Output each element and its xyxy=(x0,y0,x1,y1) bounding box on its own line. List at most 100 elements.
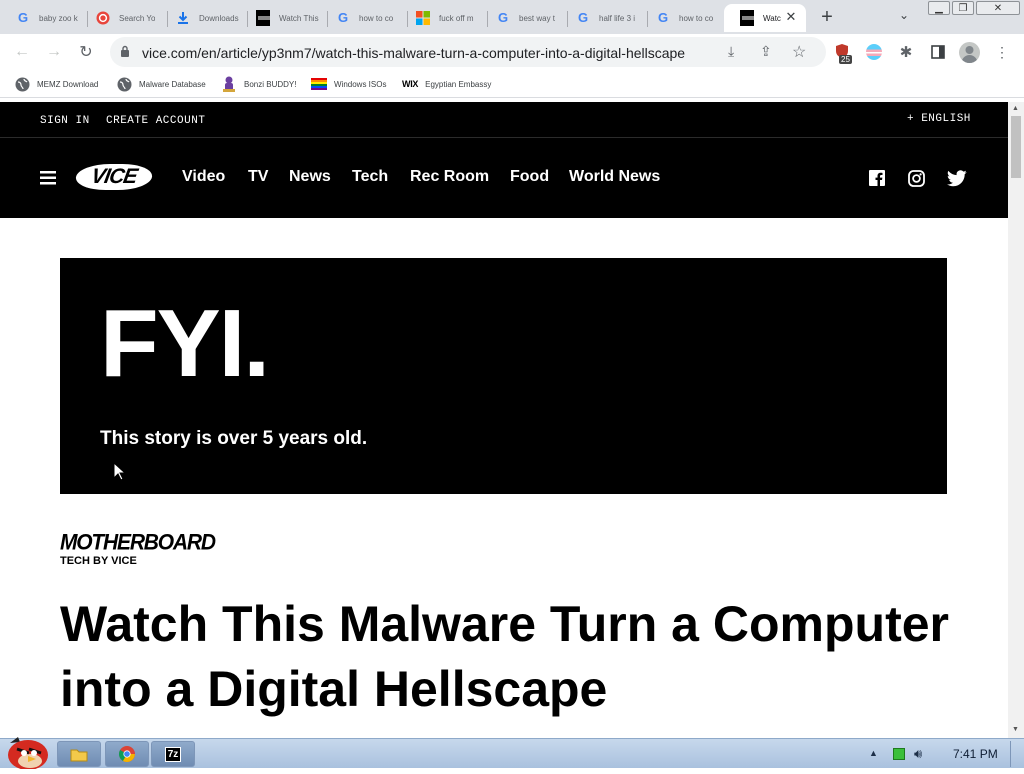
bonzi-icon xyxy=(221,76,237,92)
profile-avatar[interactable] xyxy=(959,42,980,63)
new-tab-button[interactable]: + xyxy=(816,7,838,29)
bookmark-windows-isos[interactable]: Windows ISOs xyxy=(311,76,386,92)
page-scrollbar[interactable]: ▲ ▼ xyxy=(1008,102,1024,738)
tab-8[interactable]: G half life 3 i xyxy=(560,4,648,32)
nav-video[interactable]: Video xyxy=(182,168,225,186)
bookmark-label: Malware Database xyxy=(139,79,206,89)
site-topbar: SIGN IN CREATE ACCOUNT + ENGLISH xyxy=(0,102,1008,138)
tab-6[interactable]: fuck off m xyxy=(400,4,488,32)
globe-icon xyxy=(14,76,30,92)
address-bar[interactable]: vice.com/en/article/yp3nm7/watch-this-ma… xyxy=(110,37,826,67)
bookmark-memz[interactable]: MEMZ Download xyxy=(14,76,98,92)
bookmark-label: Bonzi BUDDY! xyxy=(244,79,297,89)
extension-adblock-icon[interactable]: 25 xyxy=(834,43,856,67)
clock[interactable]: 7:41 PM xyxy=(953,747,998,761)
language-selector[interactable]: + ENGLISH xyxy=(907,113,971,125)
taskbar-7zip[interactable]: 7z xyxy=(151,741,195,767)
article-headline: Watch This Malware Turn a Computer into … xyxy=(60,596,949,717)
tab-title: fuck off m xyxy=(439,13,474,23)
hamburger-menu-icon[interactable] xyxy=(40,171,56,190)
tab-title: how to co xyxy=(679,13,714,23)
bookmark-label: MEMZ Download xyxy=(37,79,99,89)
show-desktop-button[interactable] xyxy=(1010,741,1022,767)
tray-expand-icon[interactable]: ▲ xyxy=(869,748,878,758)
bookmark-bonzi-buddy[interactable]: Bonzi BUDDY! xyxy=(221,76,296,92)
tab-search-chevron-icon[interactable]: ⌄ xyxy=(894,8,914,26)
bookmark-egyptian-embassy[interactable]: WIX Egyptian Embassy xyxy=(402,76,491,92)
wix-icon: WIX xyxy=(402,79,419,89)
bookmark-star-icon[interactable]: ☆ xyxy=(792,42,810,61)
web-page: SIGN IN CREATE ACCOUNT + ENGLISH VICE Vi… xyxy=(0,102,1008,738)
close-tab-icon[interactable]: ✕ xyxy=(783,9,799,25)
install-icon[interactable]: ⤓ xyxy=(728,43,746,61)
nav-world-news[interactable]: World News xyxy=(569,168,660,186)
scroll-up-arrow-icon[interactable]: ▲ xyxy=(1012,105,1019,112)
rainbow-flag-icon xyxy=(311,76,327,92)
scrollbar-thumb[interactable] xyxy=(1011,116,1021,178)
start-button-angry-bird-icon[interactable] xyxy=(4,731,50,770)
download-icon xyxy=(176,11,190,25)
share-icon[interactable]: ⇪ xyxy=(760,43,778,61)
twitter-icon[interactable] xyxy=(947,170,967,192)
site-navbar: VICE Video TV News Tech Rec Room Food Wo… xyxy=(0,138,1008,218)
instagram-icon[interactable] xyxy=(908,170,925,192)
nav-news[interactable]: News xyxy=(289,168,331,186)
vice-logo-text: VICE xyxy=(89,165,139,188)
minimize-button[interactable]: ▁ xyxy=(928,1,950,15)
tab-4[interactable]: Watch This xyxy=(240,4,328,32)
tab-title: Watch This xyxy=(279,13,319,23)
volume-tray-icon[interactable]: 🔊︎ xyxy=(914,746,922,762)
vice-favicon-icon xyxy=(256,10,270,26)
tab-title: how to co xyxy=(359,13,394,23)
tab-title: Search Yo xyxy=(119,13,156,23)
vice-favicon-icon xyxy=(740,10,754,26)
menu-kebab-icon[interactable]: ⋮ xyxy=(992,42,1012,62)
window-close-button[interactable]: ✕ xyxy=(976,1,1020,15)
extensions-puzzle-icon[interactable]: ✱ xyxy=(896,42,916,62)
extension-badge: 25 xyxy=(839,55,852,64)
nav-food[interactable]: Food xyxy=(510,168,549,186)
taskbar-file-explorer[interactable] xyxy=(57,741,101,767)
extension-flag-icon[interactable] xyxy=(866,44,882,60)
bookmark-label: Egyptian Embassy xyxy=(425,79,492,89)
google-icon: G xyxy=(577,10,589,25)
nav-rec-room[interactable]: Rec Room xyxy=(410,168,489,186)
tab-3[interactable]: Downloads xyxy=(160,4,248,32)
tab-9[interactable]: G how to co xyxy=(640,4,724,32)
fyi-subtitle: This story is over 5 years old. xyxy=(100,428,368,449)
tab-title: half life 3 i xyxy=(599,13,636,23)
tab-10-active[interactable]: Watc ✕ xyxy=(724,4,806,32)
browser-toolbar: ← → ↻ vice.com/en/article/yp3nm7/watch-t… xyxy=(0,34,1024,70)
globe-icon xyxy=(116,76,132,92)
nav-tech[interactable]: Tech xyxy=(352,168,388,186)
network-tray-icon[interactable] xyxy=(893,748,905,760)
fyi-title: FYI. xyxy=(100,290,270,397)
bookmarks-bar: MEMZ Download Malware Database Bonzi BUD… xyxy=(0,70,1024,98)
side-panel-icon[interactable] xyxy=(928,42,948,62)
maximize-button[interactable]: ❐ xyxy=(952,1,974,15)
bookmark-label: Windows ISOs xyxy=(334,79,387,89)
tab-title: baby zoo k xyxy=(39,13,78,23)
sign-in-link[interactable]: SIGN IN xyxy=(40,115,90,127)
7zip-icon: 7z xyxy=(164,746,182,762)
tab-strip: G baby zoo k Search Yo Downloads Watch T… xyxy=(0,0,1024,34)
tab-title: Watc xyxy=(763,13,781,23)
back-icon[interactable]: ← xyxy=(12,42,32,62)
tab-1[interactable]: G baby zoo k xyxy=(0,4,88,32)
motherboard-logo[interactable]: MOTHERBOARD xyxy=(60,530,216,555)
tab-5[interactable]: G how to co xyxy=(320,4,408,32)
taskbar-chrome[interactable] xyxy=(105,741,149,767)
create-account-link[interactable]: CREATE ACCOUNT xyxy=(106,115,205,127)
tab-7[interactable]: G best way t xyxy=(480,4,568,32)
bookmark-malware-database[interactable]: Malware Database xyxy=(116,76,206,92)
forward-icon[interactable]: → xyxy=(44,42,64,62)
scroll-down-arrow-icon[interactable]: ▼ xyxy=(1012,726,1019,733)
google-icon: G xyxy=(657,10,669,25)
tab-2[interactable]: Search Yo xyxy=(80,4,168,32)
reload-icon[interactable]: ↻ xyxy=(76,42,96,62)
facebook-icon[interactable] xyxy=(869,170,885,191)
url-text[interactable]: vice.com/en/article/yp3nm7/watch-this-ma… xyxy=(142,45,685,61)
vice-logo[interactable]: VICE xyxy=(73,164,155,190)
nav-tv[interactable]: TV xyxy=(248,168,268,186)
lock-icon[interactable] xyxy=(120,45,130,63)
